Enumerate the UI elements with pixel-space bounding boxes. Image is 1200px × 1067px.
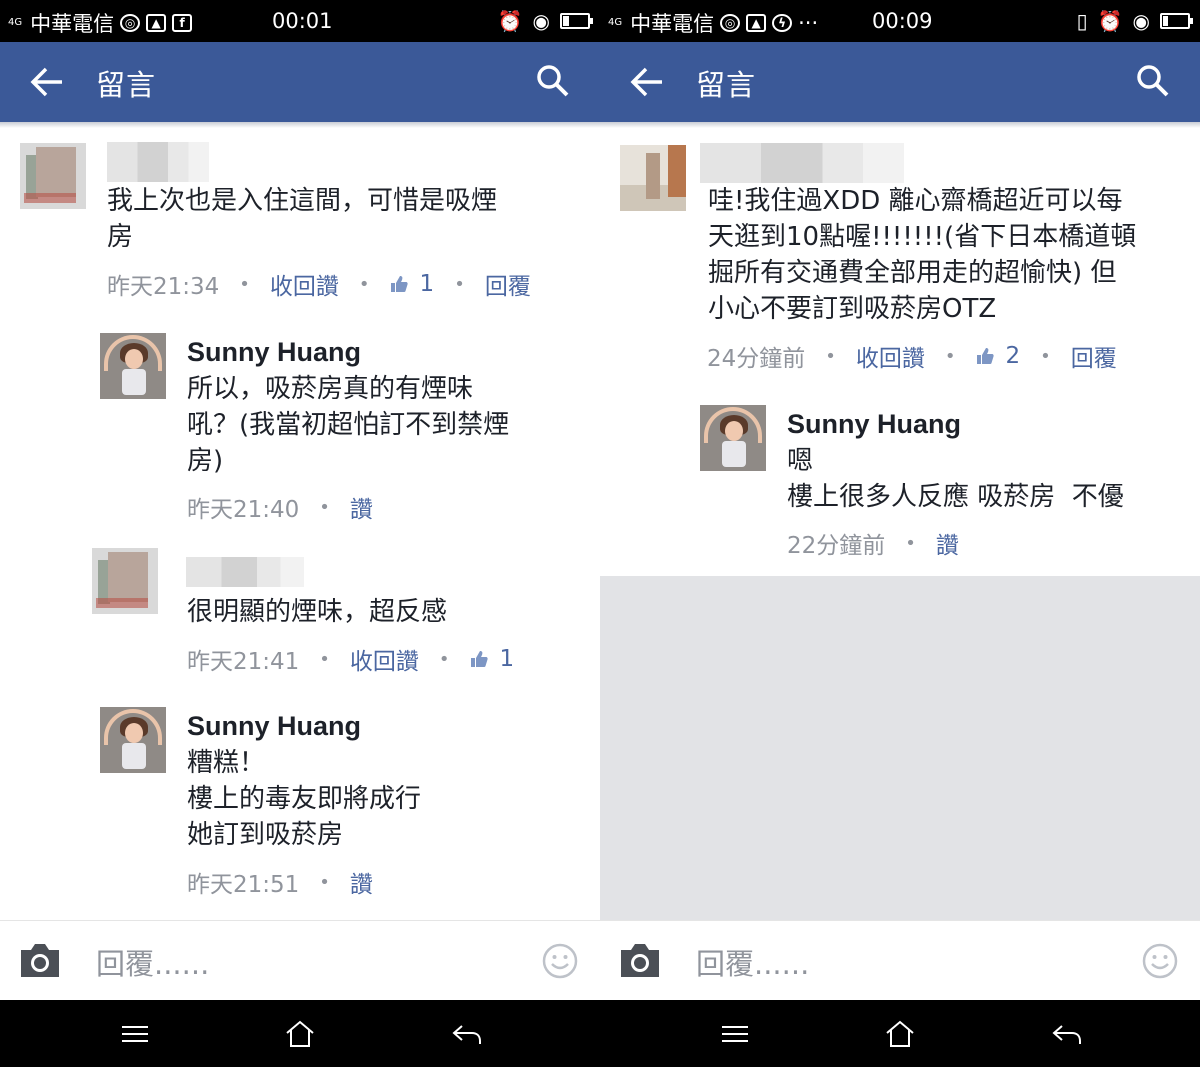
clock: 00:01 — [272, 9, 333, 33]
avatar[interactable] — [100, 333, 166, 399]
like-button[interactable]: 讚 — [936, 526, 959, 560]
comment-time: 昨天21:41 — [187, 649, 300, 675]
comment-time: 昨天21:40 — [187, 497, 300, 523]
alarm-icon: ⏰ — [497, 9, 523, 33]
comment-time: 昨天21:51 — [187, 872, 300, 898]
image-icon: ▲ — [146, 14, 167, 32]
like-count: 1 — [419, 271, 435, 297]
comment-text: 很明顯的煙味，超反感 — [187, 597, 448, 627]
like-count: 2 — [1005, 343, 1021, 369]
comment-text: 所以，吸菸房真的有煙味 吼？(我當初超怕訂不到禁煙 房) — [187, 374, 510, 476]
image-icon: ▲ — [746, 14, 767, 32]
app-bar: 留言 — [0, 42, 600, 122]
unlike-button[interactable]: 收回讚 — [270, 267, 339, 301]
avatar[interactable] — [700, 405, 766, 471]
system-nav-bar — [0, 1000, 600, 1067]
thumbs-up-icon — [390, 276, 408, 292]
network-type: 4G — [8, 17, 23, 28]
comment-meta: 昨天21:34 • 收回讚 • 1 • 回覆 — [107, 267, 531, 301]
home-icon[interactable] — [883, 1018, 917, 1050]
reply-bar: 回覆...... — [600, 920, 1200, 1001]
reply-bar: 回覆...... — [0, 920, 600, 1001]
like-count: 1 — [499, 646, 515, 672]
reply-input[interactable]: 回覆...... — [696, 941, 809, 983]
smiley-icon[interactable] — [542, 943, 578, 979]
like-button[interactable]: 讚 — [350, 865, 373, 899]
comment-meta: 昨天21:40 • 讚 — [187, 490, 373, 524]
commenter-name[interactable]: Sunny Huang — [187, 711, 361, 742]
comment-time: 24分鐘前 — [707, 346, 806, 372]
reply-button[interactable]: 回覆 — [485, 267, 531, 301]
comment-text: 嗯 樓上很多人反應 吸菸房 不優 — [787, 446, 1124, 512]
battery-icon — [560, 13, 593, 29]
like-button[interactable]: 讚 — [350, 490, 373, 524]
commenter-name[interactable]: Sunny Huang — [787, 409, 961, 440]
comment-text: 糟糕！ 樓上的毒友即將成行 她訂到吸菸房 — [187, 748, 422, 850]
carrier-name: 中華電信 — [630, 12, 715, 36]
status-bar: 4G 中華電信 ◎ ▲ f 00:01 ⏰ ◉ — [0, 0, 600, 42]
eye-icon: ◉ — [1132, 9, 1150, 33]
appbar-shadow — [600, 122, 1200, 128]
camera-icon[interactable] — [18, 941, 62, 979]
unlike-button[interactable]: 收回讚 — [856, 339, 925, 373]
comment-meta: 22分鐘前 • 讚 — [787, 526, 959, 560]
menu-icon[interactable] — [718, 1018, 752, 1050]
page-title: 留言 — [696, 68, 757, 102]
back-nav-icon[interactable] — [450, 1018, 484, 1050]
avatar[interactable] — [20, 143, 86, 209]
comment-meta: 昨天21:41 • 收回讚 • 1 — [187, 642, 514, 676]
home-icon[interactable] — [283, 1018, 317, 1050]
appbar-shadow — [0, 122, 600, 128]
reply-input[interactable]: 回覆...... — [96, 941, 209, 983]
reply-button[interactable]: 回覆 — [1071, 339, 1117, 373]
back-arrow-icon[interactable] — [30, 66, 64, 98]
alarm-icon: ⏰ — [1097, 9, 1123, 33]
avatar[interactable] — [620, 145, 686, 211]
sync-icon: ◎ — [720, 14, 741, 32]
thumbs-up-icon — [470, 651, 488, 667]
comment-time: 22分鐘前 — [787, 533, 886, 559]
avatar[interactable] — [100, 707, 166, 773]
search-icon[interactable] — [536, 64, 570, 98]
battery-icon — [1160, 13, 1193, 29]
thumbs-up-icon — [976, 348, 994, 364]
messenger-icon: ϟ — [772, 14, 793, 32]
comment-time: 昨天21:34 — [107, 274, 220, 300]
clock: 00:09 — [872, 9, 933, 33]
more-icon: ··· — [798, 11, 819, 35]
back-arrow-icon[interactable] — [630, 66, 664, 98]
facebook-icon: f — [172, 14, 193, 32]
status-bar: 4G 中華電信 ◎ ▲ ϟ ··· 00:09 ▯ ⏰ ◉ — [600, 0, 1200, 42]
comment-meta: 24分鐘前 • 收回讚 • 2 • 回覆 — [707, 339, 1117, 373]
carrier-name: 中華電信 — [30, 12, 115, 36]
comment-text: 我上次也是入住這間，可惜是吸煙 房 — [107, 186, 498, 252]
sync-icon: ◎ — [120, 14, 141, 32]
menu-icon[interactable] — [118, 1018, 152, 1050]
eye-icon: ◉ — [532, 9, 550, 33]
left-screen: 4G 中華電信 ◎ ▲ f 00:01 ⏰ ◉ 留言 我上次也是入住這間，可惜是… — [0, 0, 600, 1067]
commenter-name-redacted[interactable] — [700, 143, 904, 183]
comment-meta: 昨天21:51 • 讚 — [187, 865, 373, 899]
search-icon[interactable] — [1136, 64, 1170, 98]
vibrate-icon: ▯ — [1076, 9, 1088, 33]
camera-icon[interactable] — [618, 941, 662, 979]
app-bar: 留言 — [600, 42, 1200, 122]
back-nav-icon[interactable] — [1050, 1018, 1084, 1050]
smiley-icon[interactable] — [1142, 943, 1178, 979]
commenter-name-redacted[interactable] — [186, 557, 304, 587]
empty-area — [600, 576, 1200, 920]
commenter-name-redacted[interactable] — [107, 142, 209, 182]
commenter-name[interactable]: Sunny Huang — [187, 337, 361, 368]
comment-text: 哇!我住過XDD 離心齋橋超近可以每 天逛到10點喔!!!!!!!(省下日本橋道… — [708, 186, 1137, 324]
unlike-button[interactable]: 收回讚 — [350, 642, 419, 676]
avatar[interactable] — [92, 548, 158, 614]
system-nav-bar — [600, 1000, 1200, 1067]
network-type: 4G — [608, 17, 623, 28]
page-title: 留言 — [96, 68, 157, 102]
right-screen: 4G 中華電信 ◎ ▲ ϟ ··· 00:09 ▯ ⏰ ◉ 留言 哇!我住過XD… — [600, 0, 1200, 1067]
